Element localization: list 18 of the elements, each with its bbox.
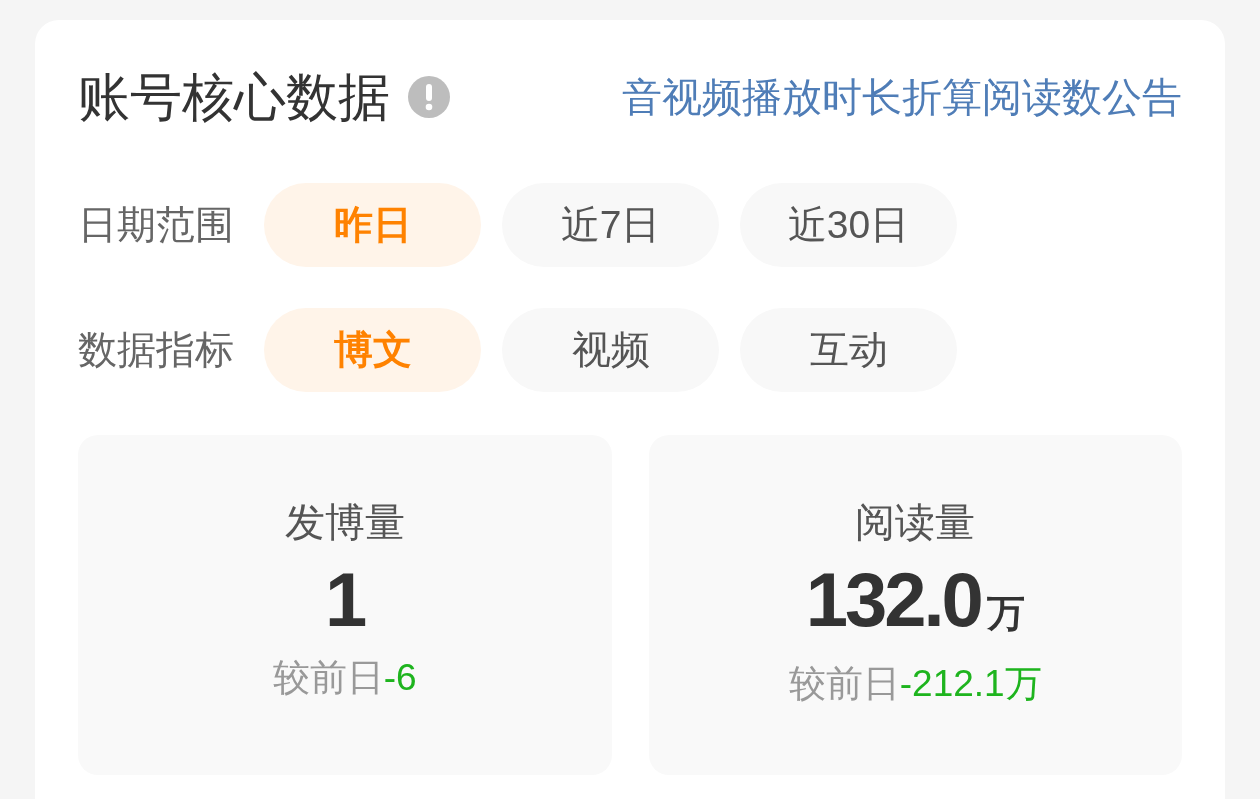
delta-label: 较前日 xyxy=(788,662,900,706)
delta-label: 较前日 xyxy=(272,656,384,700)
stat-label: 阅读量 xyxy=(855,499,976,546)
delta-value: -212.1万 xyxy=(899,662,1042,706)
stat-value: 1 xyxy=(325,557,365,643)
notice-link[interactable]: 音视频播放时长折算阅读数公告 xyxy=(622,72,1182,122)
filter-pill[interactable]: 近30日 xyxy=(740,183,957,267)
filter-pill[interactable]: 近7日 xyxy=(502,183,719,267)
filter-label: 日期范围 xyxy=(78,202,235,248)
delta-value: -6 xyxy=(383,656,417,700)
filter-pill[interactable]: 互动 xyxy=(740,308,957,392)
stat-unit: 万 xyxy=(986,591,1025,636)
filter-pill[interactable]: 视频 xyxy=(502,308,719,392)
section-title: 账号核心数据 xyxy=(78,67,390,128)
exclamation-icon[interactable] xyxy=(408,76,450,118)
stat-label: 发博量 xyxy=(284,499,405,546)
filter-label: 数据指标 xyxy=(78,327,235,373)
stat-value: 132.0 xyxy=(805,557,981,643)
